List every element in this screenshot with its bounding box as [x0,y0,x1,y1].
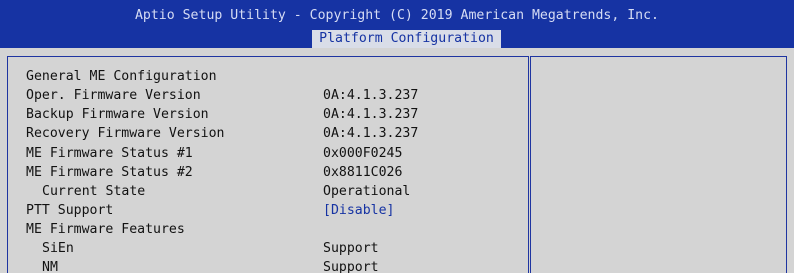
setting-me-firmware-status-1: ME Firmware Status #1 0x000F0245 [8,145,528,163]
setting-label: General ME Configuration [26,69,217,84]
setting-value: 0A:4.1.3.237 [323,126,419,141]
setting-label: Recovery Firmware Version [26,126,225,141]
setting-label: NM [42,260,58,273]
setting-label: ME Firmware Status #1 [26,146,193,161]
setting-label: ME Firmware Features [26,222,185,237]
setting-value: Operational [323,184,411,199]
setting-value: 0A:4.1.3.237 [323,107,419,122]
setting-recovery-firmware-version: Recovery Firmware Version 0A:4.1.3.237 [8,125,528,143]
setting-label: ME Firmware Status #2 [26,165,193,180]
setting-label: Oper. Firmware Version [26,88,201,103]
setting-value: 0A:4.1.3.237 [323,88,419,103]
help-pane [530,56,787,273]
setting-me-firmware-status-2: ME Firmware Status #2 0x8811C026 [8,164,528,182]
setting-nm: NM Support [8,259,528,273]
section-me-firmware-features: ME Firmware Features [8,221,528,239]
setting-ptt-support[interactable]: PTT Support [Disable] [8,202,528,220]
setting-label: Backup Firmware Version [26,107,209,122]
setting-value: 0x8811C026 [323,165,403,180]
setting-current-state: Current State Operational [8,183,528,201]
setting-label: PTT Support [26,203,114,218]
setting-label: Current State [42,184,146,199]
main-panel: General ME Configuration Oper. Firmware … [0,48,794,273]
bios-screen: Aptio Setup Utility - Copyright (C) 2019… [0,0,794,273]
setting-sien: SiEn Support [8,240,528,258]
setting-oper-firmware-version: Oper. Firmware Version 0A:4.1.3.237 [8,87,528,105]
ptt-support-option[interactable]: [Disable] [323,202,394,220]
section-general-me-configuration: General ME Configuration [8,68,528,86]
setting-backup-firmware-version: Backup Firmware Version 0A:4.1.3.237 [8,106,528,124]
setting-value: Support [323,241,379,256]
tab-platform-configuration[interactable]: Platform Configuration [312,30,501,48]
settings-pane: General ME Configuration Oper. Firmware … [7,56,529,273]
setting-value: Support [323,260,379,273]
setting-label: SiEn [42,241,74,256]
header-title: Aptio Setup Utility - Copyright (C) 2019… [134,8,659,23]
setting-value: 0x000F0245 [323,146,403,161]
